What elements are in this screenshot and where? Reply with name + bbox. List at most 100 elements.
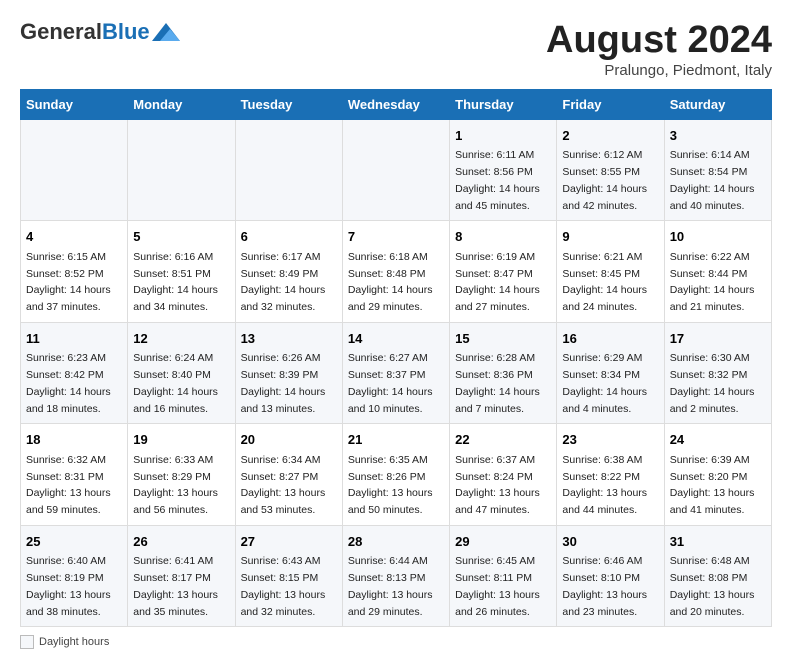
calendar-header: SundayMondayTuesdayWednesdayThursdayFrid… [21, 89, 772, 119]
header-day-thursday: Thursday [450, 89, 557, 119]
cell-info: Sunrise: 6:24 AMSunset: 8:40 PMDaylight:… [133, 352, 218, 414]
header-day-wednesday: Wednesday [342, 89, 449, 119]
calendar-cell: 12 Sunrise: 6:24 AMSunset: 8:40 PMDayligh… [128, 322, 235, 424]
day-number: 13 [241, 329, 337, 349]
day-number: 22 [455, 430, 551, 450]
day-number: 12 [133, 329, 229, 349]
calendar-cell [21, 119, 128, 221]
calendar-cell: 6Sunrise: 6:17 AMSunset: 8:49 PMDaylight… [235, 221, 342, 323]
title-area: August 2024 Pralungo, Piedmont, Italy [546, 20, 772, 79]
calendar-cell [235, 119, 342, 221]
cell-info: Sunrise: 6:46 AMSunset: 8:10 PMDaylight:… [562, 555, 647, 617]
day-number: 4 [26, 227, 122, 247]
cell-info: Sunrise: 6:26 AMSunset: 8:39 PMDaylight:… [241, 352, 326, 414]
legend-daylight: Daylight hours [39, 636, 109, 648]
cell-info: Sunrise: 6:45 AMSunset: 8:11 PMDaylight:… [455, 555, 540, 617]
day-number: 10 [670, 227, 766, 247]
calendar-week-2: 4 Sunrise: 6:15 AMSunset: 8:52 PMDaylight… [21, 221, 772, 323]
cell-info: Sunrise: 6:37 AMSunset: 8:24 PMDaylight:… [455, 454, 540, 516]
header-day-tuesday: Tuesday [235, 89, 342, 119]
logo-blue: Blue [102, 19, 150, 44]
cell-info: Sunrise: 6:18 AMSunset: 8:48 PMDaylight:… [348, 251, 433, 313]
calendar-cell: 2 Sunrise: 6:12 AMSunset: 8:55 PMDaylight… [557, 119, 664, 221]
cell-info: Sunrise: 6:22 AMSunset: 8:44 PMDaylight:… [670, 251, 755, 313]
cell-info: Sunrise: 6:30 AMSunset: 8:32 PMDaylight:… [670, 352, 755, 414]
day-number: 25 [26, 532, 122, 552]
cell-info: Sunrise: 6:29 AMSunset: 8:34 PMDaylight:… [562, 352, 647, 414]
cell-info: Sunrise: 6:33 AMSunset: 8:29 PMDaylight:… [133, 454, 218, 516]
day-number: 7 [348, 227, 444, 247]
calendar-cell [128, 119, 235, 221]
cell-info: Sunrise: 6:32 AMSunset: 8:31 PMDaylight:… [26, 454, 111, 516]
calendar-week-1: 1Sunrise: 6:11 AMSunset: 8:56 PMDaylight… [21, 119, 772, 221]
calendar-cell: 7 Sunrise: 6:18 AMSunset: 8:48 PMDaylight… [342, 221, 449, 323]
day-number: 6 [241, 227, 337, 247]
calendar-cell: 5 Sunrise: 6:16 AMSunset: 8:51 PMDaylight… [128, 221, 235, 323]
day-number: 19 [133, 430, 229, 450]
day-number: 9 [562, 227, 658, 247]
cell-info: Sunrise: 6:41 AMSunset: 8:17 PMDaylight:… [133, 555, 218, 617]
cell-info: Sunrise: 6:44 AMSunset: 8:13 PMDaylight:… [348, 555, 433, 617]
day-number: 23 [562, 430, 658, 450]
day-number: 28 [348, 532, 444, 552]
cell-info: Sunrise: 6:16 AMSunset: 8:51 PMDaylight:… [133, 251, 218, 313]
day-number: 5 [133, 227, 229, 247]
day-number: 11 [26, 329, 122, 349]
cell-info: Sunrise: 6:35 AMSunset: 8:26 PMDaylight:… [348, 454, 433, 516]
day-number: 20 [241, 430, 337, 450]
cell-info: Sunrise: 6:23 AMSunset: 8:42 PMDaylight:… [26, 352, 111, 414]
day-number: 31 [670, 532, 766, 552]
calendar-cell: 18Sunrise: 6:32 AMSunset: 8:31 PMDayligh… [21, 424, 128, 526]
header-row: SundayMondayTuesdayWednesdayThursdayFrid… [21, 89, 772, 119]
day-number: 2 [562, 126, 658, 146]
day-number: 3 [670, 126, 766, 146]
calendar-table: SundayMondayTuesdayWednesdayThursdayFrid… [20, 89, 772, 628]
page-header: GeneralBlue August 2024 Pralungo, Piedmo… [20, 20, 772, 79]
calendar-week-4: 18Sunrise: 6:32 AMSunset: 8:31 PMDayligh… [21, 424, 772, 526]
calendar-cell: 17 Sunrise: 6:30 AMSunset: 8:32 PMDayligh… [664, 322, 771, 424]
logo-general: General [20, 19, 102, 44]
calendar-body: 1Sunrise: 6:11 AMSunset: 8:56 PMDaylight… [21, 119, 772, 627]
cell-info: Sunrise: 6:15 AMSunset: 8:52 PMDaylight:… [26, 251, 111, 313]
header-day-sunday: Sunday [21, 89, 128, 119]
day-number: 1 [455, 126, 551, 146]
calendar-cell: 8Sunrise: 6:19 AMSunset: 8:47 PMDaylight… [450, 221, 557, 323]
day-number: 24 [670, 430, 766, 450]
calendar-cell: 14 Sunrise: 6:27 AMSunset: 8:37 PMDayligh… [342, 322, 449, 424]
calendar-cell: 4 Sunrise: 6:15 AMSunset: 8:52 PMDaylight… [21, 221, 128, 323]
day-number: 14 [348, 329, 444, 349]
calendar-cell: 16 Sunrise: 6:29 AMSunset: 8:34 PMDayligh… [557, 322, 664, 424]
calendar-cell: 10 Sunrise: 6:22 AMSunset: 8:44 PMDayligh… [664, 221, 771, 323]
legend: Daylight hours [20, 635, 772, 649]
calendar-week-3: 11 Sunrise: 6:23 AMSunset: 8:42 PMDayligh… [21, 322, 772, 424]
cell-info: Sunrise: 6:12 AMSunset: 8:55 PMDaylight:… [562, 149, 647, 211]
cell-info: Sunrise: 6:48 AMSunset: 8:08 PMDaylight:… [670, 555, 755, 617]
day-number: 30 [562, 532, 658, 552]
day-number: 26 [133, 532, 229, 552]
calendar-cell [342, 119, 449, 221]
cell-info: Sunrise: 6:19 AMSunset: 8:47 PMDaylight:… [455, 251, 540, 313]
calendar-cell: 24 Sunrise: 6:39 AMSunset: 8:20 PMDayligh… [664, 424, 771, 526]
cell-info: Sunrise: 6:34 AMSunset: 8:27 PMDaylight:… [241, 454, 326, 516]
calendar-cell: 15 Sunrise: 6:28 AMSunset: 8:36 PMDayligh… [450, 322, 557, 424]
day-number: 16 [562, 329, 658, 349]
calendar-cell: 13 Sunrise: 6:26 AMSunset: 8:39 PMDayligh… [235, 322, 342, 424]
day-number: 17 [670, 329, 766, 349]
cell-info: Sunrise: 6:27 AMSunset: 8:37 PMDaylight:… [348, 352, 433, 414]
cell-info: Sunrise: 6:28 AMSunset: 8:36 PMDaylight:… [455, 352, 540, 414]
day-number: 15 [455, 329, 551, 349]
calendar-cell: 9 Sunrise: 6:21 AMSunset: 8:45 PMDaylight… [557, 221, 664, 323]
cell-info: Sunrise: 6:14 AMSunset: 8:54 PMDaylight:… [670, 149, 755, 211]
legend-box [20, 635, 34, 649]
header-day-saturday: Saturday [664, 89, 771, 119]
calendar-cell: 21Sunrise: 6:35 AMSunset: 8:26 PMDayligh… [342, 424, 449, 526]
logo-icon [152, 23, 180, 41]
calendar-cell: 11 Sunrise: 6:23 AMSunset: 8:42 PMDayligh… [21, 322, 128, 424]
header-day-monday: Monday [128, 89, 235, 119]
cell-info: Sunrise: 6:39 AMSunset: 8:20 PMDaylight:… [670, 454, 755, 516]
month-title: August 2024 [546, 20, 772, 62]
calendar-cell: 19 Sunrise: 6:33 AMSunset: 8:29 PMDayligh… [128, 424, 235, 526]
cell-info: Sunrise: 6:21 AMSunset: 8:45 PMDaylight:… [562, 251, 647, 313]
day-number: 29 [455, 532, 551, 552]
cell-info: Sunrise: 6:43 AMSunset: 8:15 PMDaylight:… [241, 555, 326, 617]
